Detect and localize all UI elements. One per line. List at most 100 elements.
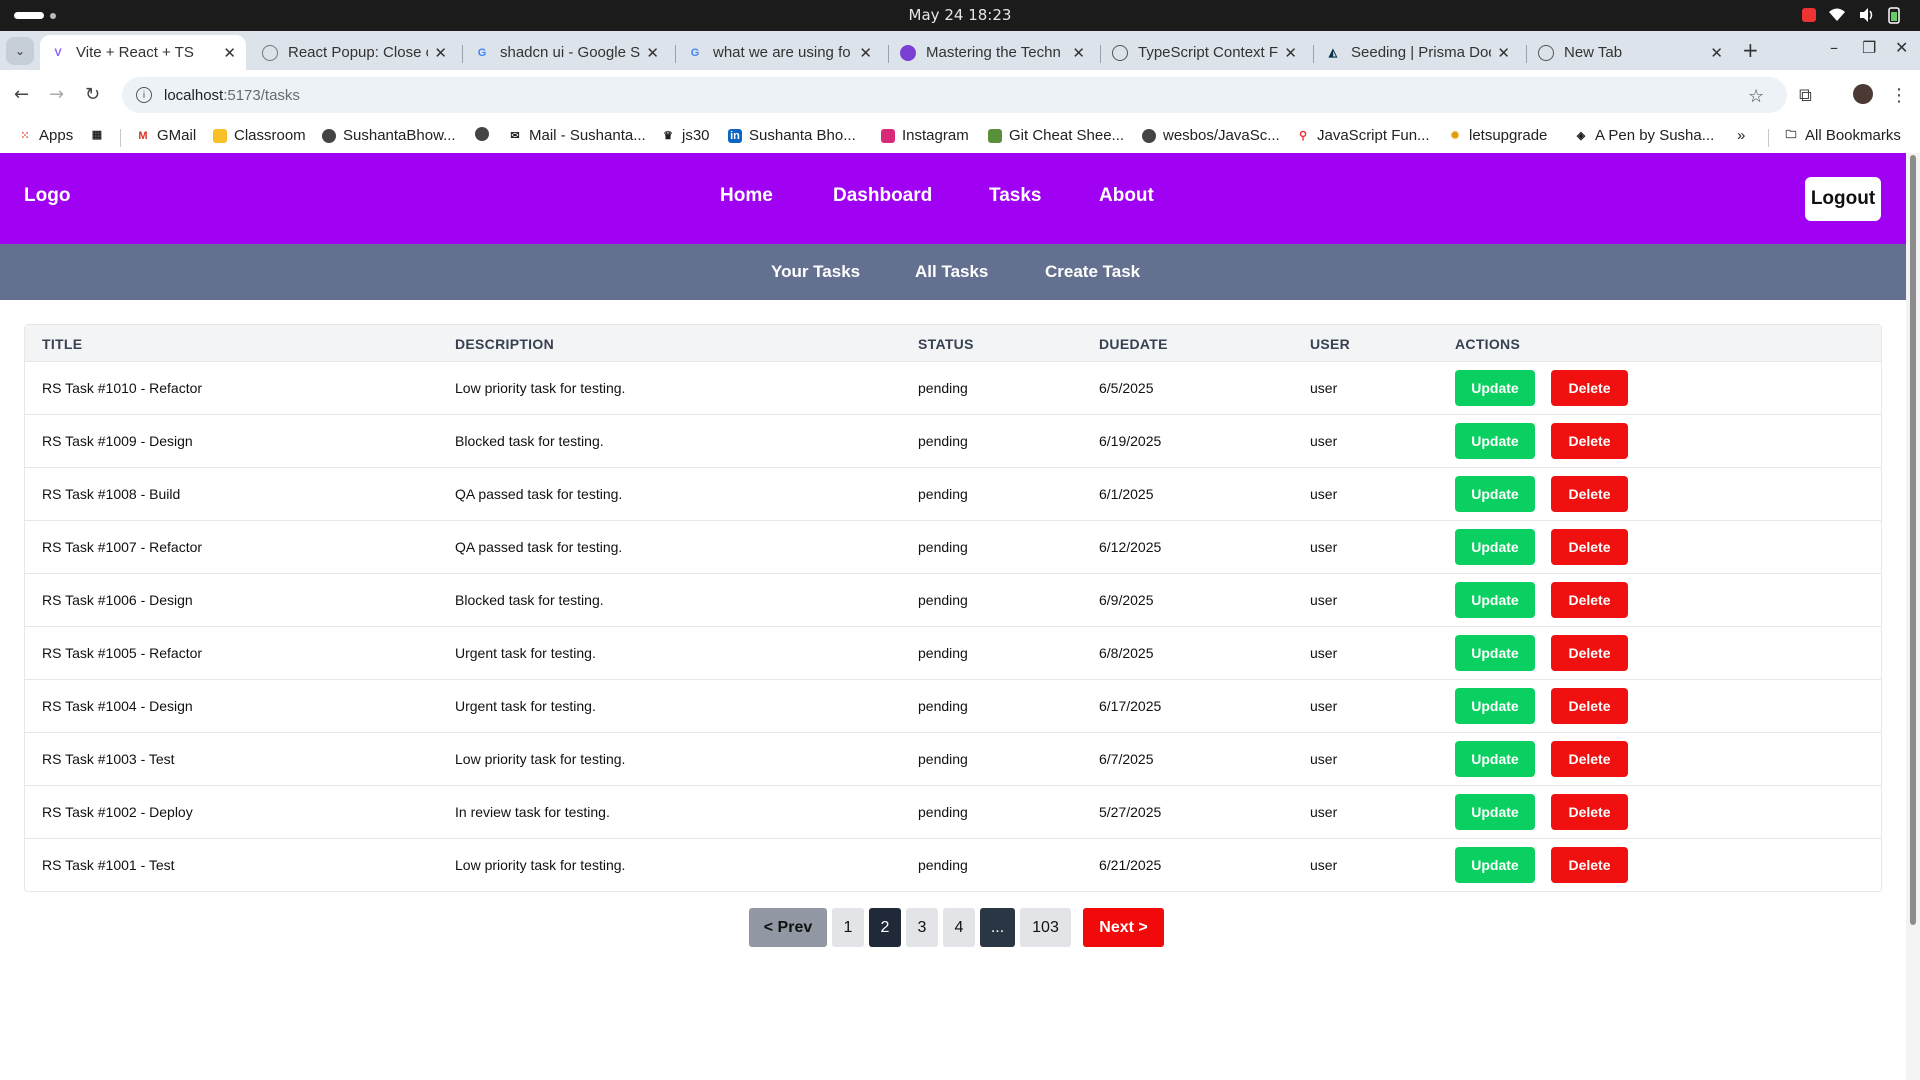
bookmark-all[interactable]: 🗀 All Bookmarks	[1784, 127, 1901, 144]
address-bar[interactable]: i localhost:5173/tasks	[122, 77, 1787, 113]
extensions-icon[interactable]: ⧉	[1799, 85, 1812, 106]
bookmark-star-icon[interactable]: ☆	[1748, 86, 1764, 107]
update-button[interactable]: Update	[1455, 370, 1535, 406]
close-icon[interactable]: ✕	[859, 44, 872, 62]
prev-page-button[interactable]: < Prev	[749, 908, 827, 947]
info-icon[interactable]: i	[136, 87, 152, 103]
page-1-button[interactable]: 1	[832, 908, 864, 947]
update-button[interactable]: Update	[1455, 635, 1535, 671]
delete-button[interactable]: Delete	[1551, 370, 1628, 406]
scrollbar-thumb[interactable]	[1910, 155, 1916, 925]
delete-button[interactable]: Delete	[1551, 688, 1628, 724]
tab-vite-react[interactable]: V Vite + React + TS ✕	[40, 35, 246, 70]
bookmark-codepen[interactable]: ◈ A Pen by Susha...	[1574, 127, 1714, 144]
bookmark-github-profile[interactable]: SushantaBhow...	[322, 127, 456, 144]
update-button[interactable]: Update	[1455, 794, 1535, 830]
subnav-create-task[interactable]: Create Task	[1045, 262, 1140, 282]
cell-status: pending	[918, 539, 968, 555]
update-button[interactable]: Update	[1455, 688, 1535, 724]
close-icon[interactable]: ✕	[1710, 44, 1723, 62]
system-tray[interactable]	[1802, 6, 1906, 24]
delete-button[interactable]: Delete	[1551, 847, 1628, 883]
close-icon[interactable]: ✕	[1284, 44, 1297, 62]
update-button[interactable]: Update	[1455, 847, 1535, 883]
subnav-all-tasks[interactable]: All Tasks	[915, 262, 988, 282]
tab-prisma-seeding[interactable]: ◭ Seeding | Prisma Doc ✕	[1315, 35, 1520, 70]
page-scrollbar[interactable]	[1906, 153, 1920, 1080]
next-page-button[interactable]: Next >	[1083, 908, 1164, 947]
close-icon[interactable]: ✕	[434, 44, 447, 62]
restore-icon[interactable]: ❐	[1862, 38, 1876, 57]
bookmark-wesbos[interactable]: wesbos/JavaSc...	[1142, 127, 1280, 144]
cell-duedate: 6/5/2025	[1099, 380, 1154, 396]
tab-typescript-context[interactable]: TypeScript Context F ✕	[1102, 35, 1307, 70]
new-tab-icon[interactable]: +	[1742, 38, 1759, 62]
forward-arrow-icon[interactable]: →	[49, 84, 64, 105]
nav-link-tasks[interactable]: Tasks	[989, 185, 1041, 207]
volume-icon[interactable]	[1858, 6, 1876, 24]
sun-icon: ✹	[1450, 130, 1460, 142]
minimize-icon[interactable]: –	[1830, 38, 1838, 57]
tab-mastering[interactable]: Mastering the Techn ✕	[890, 35, 1095, 70]
column-header-status: STATUS	[918, 336, 974, 352]
bookmarks-overflow-icon[interactable]: »	[1737, 127, 1745, 144]
bookmark-grid[interactable]: ▦	[90, 127, 111, 141]
delete-button[interactable]: Delete	[1551, 582, 1628, 618]
bookmark-instagram[interactable]: Instagram	[881, 127, 969, 144]
tab-shadcn-search[interactable]: G shadcn ui - Google Se ✕	[464, 35, 669, 70]
delete-button[interactable]: Delete	[1551, 423, 1628, 459]
subnav-your-tasks[interactable]: Your Tasks	[771, 262, 860, 282]
nav-link-dashboard[interactable]: Dashboard	[833, 185, 932, 207]
bookmark-mail[interactable]: ✉ Mail - Sushanta...	[508, 127, 645, 144]
page-4-button[interactable]: 4	[943, 908, 975, 947]
page-2-button-current[interactable]: 2	[869, 908, 901, 947]
nav-link-about[interactable]: About	[1099, 185, 1154, 207]
page-103-button[interactable]: 103	[1020, 908, 1071, 947]
bookmark-apps[interactable]: ⁙ Apps	[18, 127, 73, 144]
close-icon[interactable]: ✕	[223, 44, 236, 62]
bookmark-gmail[interactable]: M GMail	[136, 127, 196, 144]
delete-button[interactable]: Delete	[1551, 635, 1628, 671]
logout-button[interactable]: Logout	[1805, 177, 1881, 221]
bookmark-classroom[interactable]: Classroom	[213, 127, 306, 144]
tab-new-tab[interactable]: New Tab ✕	[1528, 35, 1733, 70]
cell-user: user	[1310, 539, 1338, 555]
battery-icon[interactable]	[1888, 6, 1906, 24]
reload-icon[interactable]: ↻	[85, 84, 100, 105]
delete-button[interactable]: Delete	[1551, 529, 1628, 565]
bookmark-github[interactable]	[475, 127, 496, 141]
delete-button[interactable]: Delete	[1551, 476, 1628, 512]
screen-share-icon[interactable]	[1802, 8, 1816, 22]
tab-google-search[interactable]: G what we are using fo ✕	[677, 35, 882, 70]
close-icon[interactable]: ✕	[646, 44, 659, 62]
kebab-menu-icon[interactable]: ⋮	[1890, 85, 1908, 106]
cell-description: Blocked task for testing.	[455, 433, 604, 449]
wifi-icon[interactable]	[1828, 6, 1846, 24]
close-icon[interactable]: ✕	[1497, 44, 1510, 62]
page-ellipsis[interactable]: ...	[980, 908, 1015, 947]
os-clock[interactable]: May 24 18:23	[0, 6, 1920, 24]
update-button[interactable]: Update	[1455, 741, 1535, 777]
tab-search-button[interactable]: ⌄	[6, 37, 34, 65]
back-arrow-icon[interactable]: ←	[14, 84, 29, 105]
close-icon[interactable]: ✕	[1072, 44, 1085, 62]
update-button[interactable]: Update	[1455, 582, 1535, 618]
tab-react-popup[interactable]: React Popup: Close o ✕	[252, 35, 457, 70]
update-button[interactable]: Update	[1455, 423, 1535, 459]
delete-button[interactable]: Delete	[1551, 741, 1628, 777]
profile-avatar[interactable]	[1853, 84, 1873, 104]
delete-button[interactable]: Delete	[1551, 794, 1628, 830]
bookmark-letsupgrade[interactable]: ✹ letsupgrade	[1448, 127, 1547, 144]
update-button[interactable]: Update	[1455, 476, 1535, 512]
update-button[interactable]: Update	[1455, 529, 1535, 565]
cell-user: user	[1310, 804, 1338, 820]
nav-link-home[interactable]: Home	[720, 185, 773, 207]
tab-title: shadcn ui - Google Se	[500, 44, 641, 61]
close-window-icon[interactable]: ✕	[1895, 38, 1908, 57]
bookmark-js-fun[interactable]: ⚲ JavaScript Fun...	[1296, 127, 1430, 144]
bookmark-js30[interactable]: ♛ js30	[661, 127, 709, 144]
site-logo[interactable]: Logo	[24, 185, 70, 207]
bookmark-git-cheat[interactable]: Git Cheat Shee...	[988, 127, 1124, 144]
bookmark-linkedin[interactable]: in Sushanta Bho...	[728, 127, 856, 144]
page-3-button[interactable]: 3	[906, 908, 938, 947]
